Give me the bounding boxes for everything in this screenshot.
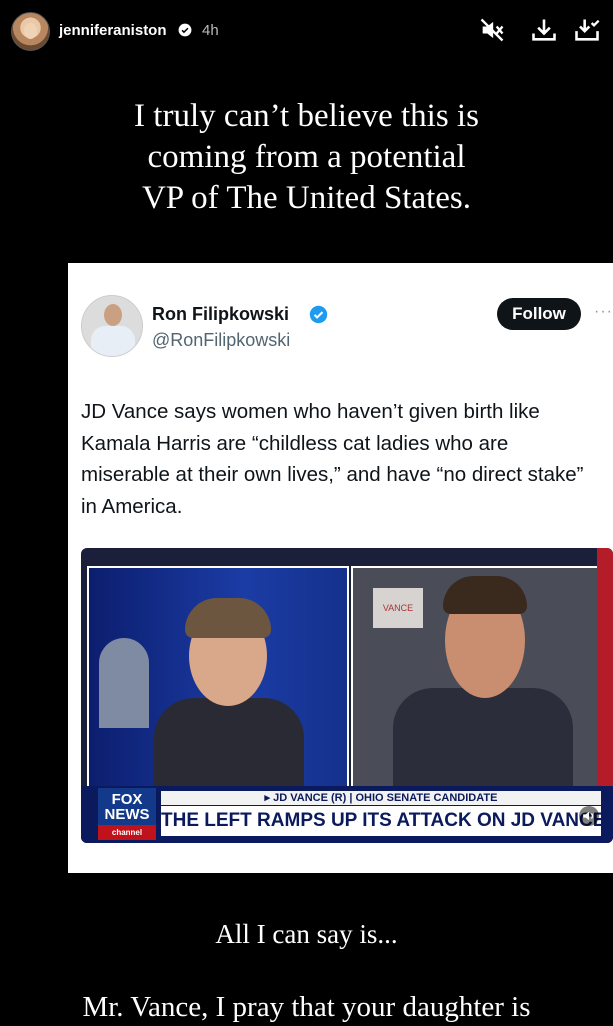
tweet-text: JD Vance says women who haven’t given bi… <box>81 400 584 518</box>
host-suit <box>154 698 304 788</box>
story-caption-top: I truly can’t believe this is coming fro… <box>0 96 613 219</box>
logo-news: NEWS <box>104 806 150 823</box>
tweet-author-name: Ron Filipkowski <box>152 304 290 324</box>
save-icon[interactable] <box>573 16 601 44</box>
story-header: jenniferaniston 4h <box>0 0 613 62</box>
host-hair <box>185 598 271 638</box>
avatar-head <box>104 304 122 326</box>
avatar-face <box>24 23 37 39</box>
mute-icon[interactable] <box>478 16 506 44</box>
fox-news-logo: FOX NEWS channel <box>98 788 156 840</box>
volume-icon <box>579 806 599 826</box>
profile-avatar[interactable] <box>11 12 50 51</box>
caption-line: VP of The United States. <box>141 180 472 216</box>
story-caption-bottom: All I can say is... <box>215 919 398 949</box>
story-caption-last: Mr. Vance, I pray that your daughter is <box>82 991 531 1023</box>
more-options-icon: ··· <box>594 303 613 320</box>
fox-lower-third: FOX NEWS channel ▸ JD VANCE (R) | OHIO S… <box>81 786 613 843</box>
logo-channel: channel <box>98 825 156 840</box>
lower-third-headline: THE LEFT RAMPS UP ITS ATTACK ON JD VANCE <box>161 806 601 836</box>
download-icon[interactable] <box>530 16 558 44</box>
tweet-avatar <box>81 295 143 357</box>
video-right-panel: VANCE <box>351 566 613 790</box>
caption-line: I truly can’t believe this is <box>134 98 479 134</box>
avatar-body <box>91 326 135 356</box>
capitol-dome-image <box>99 638 149 728</box>
caption-line: coming from a potential <box>147 139 466 175</box>
video-left-panel <box>87 566 349 790</box>
guest-hair <box>443 576 527 614</box>
tweet-screenshot-card: Ron Filipkowski @RonFilipkowski Follow ·… <box>68 263 613 873</box>
guest-suit <box>393 688 573 788</box>
story-time: 4h <box>202 22 219 39</box>
vance-sign: VANCE <box>373 588 423 628</box>
news-video-still: VANCE FOX NEWS channel ▸ JD VANCE (R) | … <box>81 548 613 843</box>
follow-button: Follow <box>497 298 581 330</box>
lower-third-subtitle: ▸ JD VANCE (R) | OHIO SENATE CANDIDATE <box>161 791 601 805</box>
tweet-author-handle: @RonFilipkowski <box>152 330 291 350</box>
verified-badge-icon <box>178 23 192 37</box>
verified-check-icon <box>309 305 328 324</box>
story-username[interactable]: jenniferaniston <box>59 22 167 39</box>
